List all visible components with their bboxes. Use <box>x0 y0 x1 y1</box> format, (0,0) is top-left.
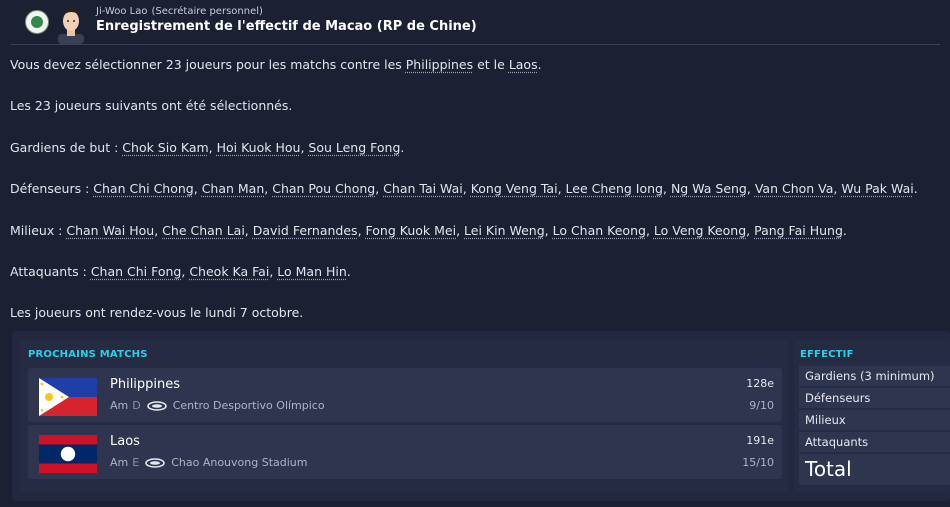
stadium-name[interactable]: Chao Anouvong Stadium <box>171 456 307 469</box>
stadium-name[interactable]: Centro Desportivo Olímpico <box>173 399 325 412</box>
player-link[interactable]: Lo Man Hin <box>277 264 347 279</box>
player-link[interactable]: Lei Kin Weng <box>464 223 545 238</box>
player-link[interactable]: Van Chon Va <box>755 181 834 196</box>
player-link[interactable]: Sou Leng Fong <box>308 140 400 155</box>
match-type: Am <box>110 399 129 412</box>
avatar[interactable] <box>56 4 86 44</box>
attackers-list: Chan Chi Fong, Cheok Ka Fai, Lo Man Hin. <box>90 264 351 279</box>
player-link[interactable]: Pang Fai Hung <box>754 223 843 238</box>
team-link-laos[interactable]: Laos <box>509 57 538 72</box>
goalkeepers-label: Gardiens de but : <box>10 140 123 155</box>
message-title: Enregistrement de l'effectif de Macao (R… <box>96 19 477 34</box>
stadium-icon <box>146 400 167 411</box>
team-ranking: 128e <box>746 377 774 390</box>
sender-role: (Secrétaire personnel) <box>151 6 263 17</box>
defenders-list: Chan Chi Chong, Chan Man, Chan Pou Chong… <box>93 181 918 196</box>
player-link[interactable]: Hoi Kuok Hou <box>217 140 301 155</box>
message-header: Ji-Woo Lao (Secrétaire personnel) Enregis… <box>0 0 950 44</box>
squad-row-attackers: Attaquants <box>799 432 950 452</box>
intro-paragraph: Vous devez sélectionner 23 joueurs pour … <box>10 57 542 72</box>
attackers-paragraph: Attaquants : Chan Chi Fong, Cheok Ka Fai… <box>10 264 351 279</box>
match-team-name[interactable]: Laos <box>110 434 140 449</box>
squad-row-midfielders: Milieux <box>799 410 950 430</box>
player-link[interactable]: Fong Kuok Mei <box>366 223 457 238</box>
goalkeepers-paragraph: Gardiens de but : Chok Sio Kam, Hoi Kuok… <box>10 140 404 155</box>
player-link[interactable]: Chan Tai Wai <box>383 181 463 196</box>
match-date: 15/10 <box>742 456 774 469</box>
match-row-philippines[interactable]: Philippines Am D Centro Desportivo Olímp… <box>28 368 782 422</box>
goalkeepers-list: Chok Sio Kam, Hoi Kuok Hou, Sou Leng Fon… <box>122 140 405 155</box>
player-link[interactable]: Chan Pou Chong <box>272 181 375 196</box>
match-row-laos[interactable]: Laos Am E Chao Anouvong Stadium 191e 15/… <box>28 425 782 479</box>
player-link[interactable]: Kong Veng Tai <box>471 181 558 196</box>
sender-name[interactable]: Ji-Woo Lao <box>96 6 147 17</box>
player-link[interactable]: Lo Chan Keong <box>553 223 646 238</box>
match-details: Am D Centro Desportivo Olímpico <box>110 399 325 412</box>
selected-paragraph: Les 23 joueurs suivants ont été sélectio… <box>10 98 293 113</box>
player-link[interactable]: Chan Chi Fong <box>91 264 182 279</box>
defenders-paragraph: Défenseurs : Chan Chi Chong, Chan Man, C… <box>10 181 918 196</box>
venue-code: D <box>132 399 141 412</box>
attackers-label: Attaquants : <box>10 264 91 279</box>
meeting-paragraph: Les joueurs ont rendez-vous le lundi 7 o… <box>10 305 304 320</box>
midfielders-list: Chan Wai Hou, Che Chan Lai, David Fernan… <box>66 223 847 238</box>
player-link[interactable]: Chok Sio Kam <box>122 140 208 155</box>
upcoming-matches-title: PROCHAINS MATCHS <box>28 349 148 360</box>
player-link[interactable]: David Fernandes <box>253 223 358 238</box>
laos-flag-icon <box>39 435 97 473</box>
stadium-icon <box>145 457 166 468</box>
player-link[interactable]: Chan Man <box>202 181 265 196</box>
team-ranking: 191e <box>746 434 774 447</box>
player-link[interactable]: Chan Wai Hou <box>66 223 154 238</box>
squad-row-goalkeepers: Gardiens (3 minimum) <box>799 366 950 386</box>
venue-code: E <box>132 456 140 469</box>
match-date: 9/10 <box>749 399 774 412</box>
player-link[interactable]: Chan Chi Chong <box>93 181 193 196</box>
squad-total: Total <box>799 454 950 485</box>
player-link[interactable]: Ng Wa Seng <box>671 181 747 196</box>
defenders-label: Défenseurs : <box>10 181 94 196</box>
match-type: Am <box>110 456 129 469</box>
player-link[interactable]: Che Chan Lai <box>162 223 245 238</box>
header-divider <box>10 44 940 45</box>
squad-row-defenders: Défenseurs <box>799 388 950 408</box>
player-link[interactable]: Cheok Ka Fai <box>189 264 269 279</box>
player-link[interactable]: Lee Cheng Iong <box>566 181 663 196</box>
match-details: Am E Chao Anouvong Stadium <box>110 456 307 469</box>
midfielders-paragraph: Milieux : Chan Wai Hou, Che Chan Lai, Da… <box>10 223 847 238</box>
player-link[interactable]: Wu Pak Wai <box>841 181 913 196</box>
philippines-flag-icon <box>39 378 97 416</box>
player-link[interactable]: Lo Veng Keong <box>654 223 746 238</box>
match-team-name[interactable]: Philippines <box>110 377 180 392</box>
squad-title: EFFECTIF <box>800 349 854 360</box>
team-link-philippines[interactable]: Philippines <box>406 57 473 72</box>
midfielders-label: Milieux : <box>10 223 67 238</box>
sender-info: Ji-Woo Lao (Secrétaire personnel) <box>96 6 263 17</box>
club-crest-icon[interactable] <box>25 10 49 34</box>
